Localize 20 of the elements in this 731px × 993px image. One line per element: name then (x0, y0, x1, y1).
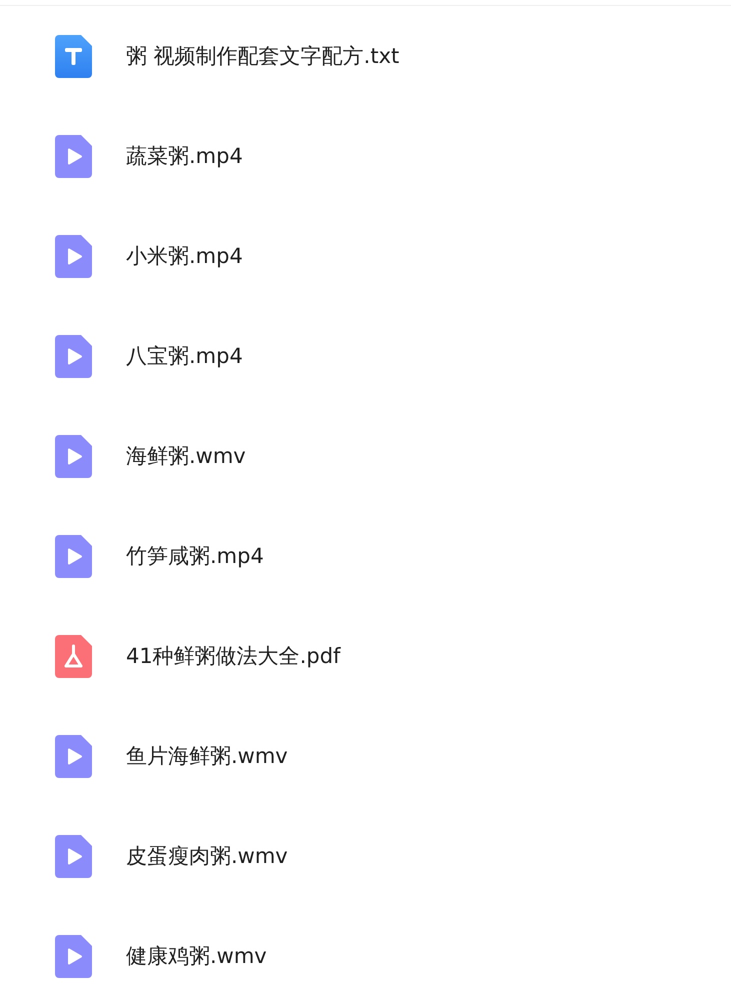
file-name[interactable]: 粥 视频制作配套文字配方.txt (126, 42, 400, 70)
file-name[interactable]: 海鲜粥.wmv (126, 442, 246, 470)
file-name[interactable]: 健康鸡粥.wmv (126, 942, 267, 970)
video-file-icon (55, 834, 92, 878)
file-name[interactable]: 鱼片海鲜粥.wmv (126, 742, 288, 770)
file-name[interactable]: 蔬菜粥.mp4 (126, 142, 243, 170)
file-name[interactable]: 皮蛋瘦肉粥.wmv (126, 842, 288, 870)
file-name[interactable]: 41种鲜粥做法大全.pdf (126, 642, 340, 670)
video-file-icon (55, 534, 92, 578)
video-file-icon (55, 734, 92, 778)
video-file-icon (55, 334, 92, 378)
file-name[interactable]: 小米粥.mp4 (126, 242, 243, 270)
video-file-icon (55, 134, 92, 178)
video-file-icon (55, 934, 92, 978)
text-file-icon (55, 34, 92, 78)
video-file-icon (55, 434, 92, 478)
file-name[interactable]: 八宝粥.mp4 (126, 342, 243, 370)
pdf-file-icon (55, 634, 92, 678)
video-file-icon (55, 234, 92, 278)
file-name[interactable]: 竹笋咸粥.mp4 (126, 542, 264, 570)
